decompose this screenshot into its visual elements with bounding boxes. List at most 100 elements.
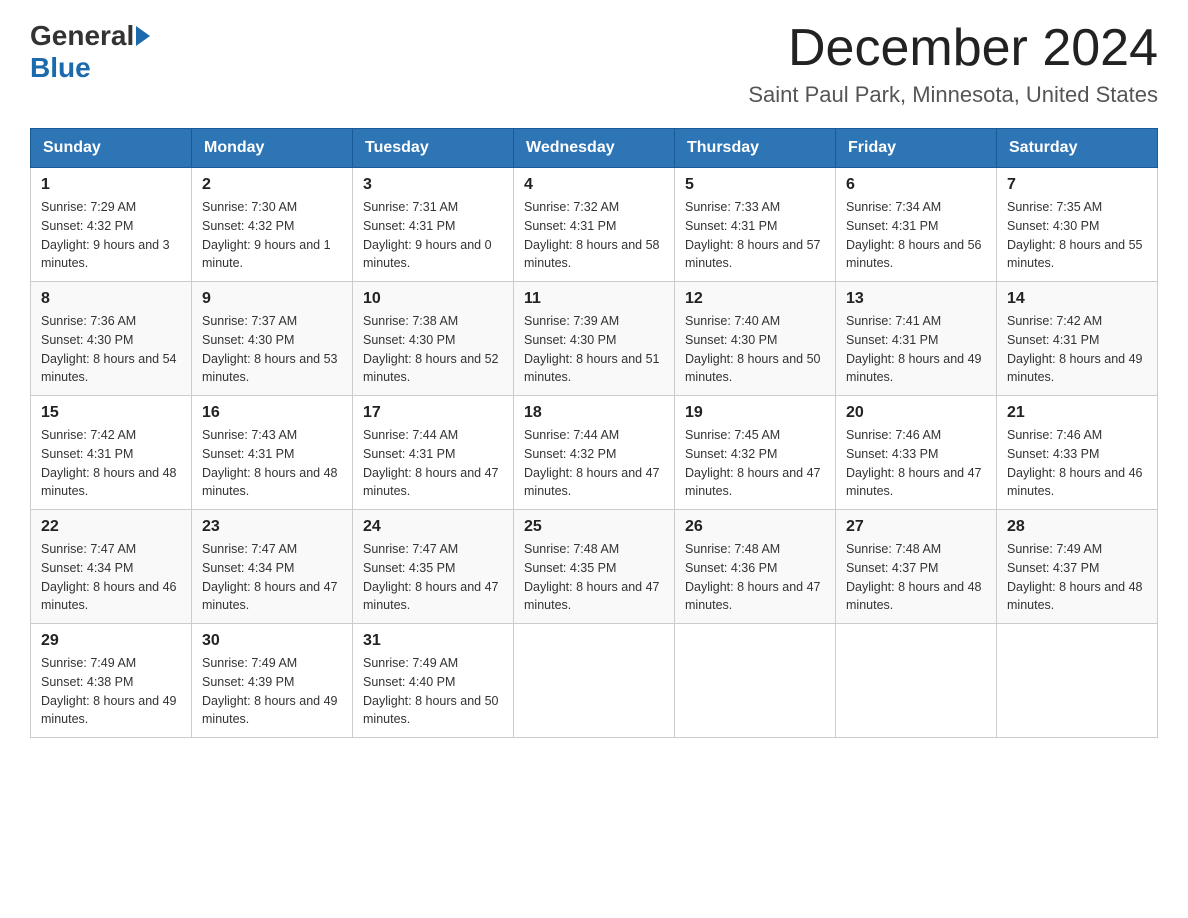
day-info: Sunrise: 7:29 AMSunset: 4:32 PMDaylight:… bbox=[41, 198, 181, 273]
empty-cell bbox=[675, 624, 836, 738]
day-cell-7: 7 Sunrise: 7:35 AMSunset: 4:30 PMDaylight… bbox=[997, 168, 1158, 282]
day-number: 21 bbox=[1007, 404, 1147, 422]
day-cell-8: 8Sunrise: 7:36 AMSunset: 4:30 PMDaylight… bbox=[31, 282, 192, 396]
day-info: Sunrise: 7:47 AMSunset: 4:35 PMDaylight:… bbox=[363, 540, 503, 615]
day-cell-10: 10Sunrise: 7:38 AMSunset: 4:30 PMDayligh… bbox=[353, 282, 514, 396]
day-number: 30 bbox=[202, 632, 342, 650]
day-cell-28: 28Sunrise: 7:49 AMSunset: 4:37 PMDayligh… bbox=[997, 510, 1158, 624]
day-cell-31: 31Sunrise: 7:49 AMSunset: 4:40 PMDayligh… bbox=[353, 624, 514, 738]
day-number: 14 bbox=[1007, 290, 1147, 308]
day-info: Sunrise: 7:31 AMSunset: 4:31 PMDaylight:… bbox=[363, 198, 503, 273]
day-cell-14: 14 Sunrise: 7:42 AMSunset: 4:31 PMDayligh… bbox=[997, 282, 1158, 396]
logo: General Blue bbox=[30, 20, 150, 84]
day-number: 4 bbox=[524, 176, 664, 194]
day-cell-3: 3 Sunrise: 7:31 AMSunset: 4:31 PMDaylight… bbox=[353, 168, 514, 282]
day-info: Sunrise: 7:30 AMSunset: 4:32 PMDaylight:… bbox=[202, 198, 342, 273]
day-number: 2 bbox=[202, 176, 342, 194]
col-header-monday: Monday bbox=[192, 129, 353, 168]
day-number: 26 bbox=[685, 518, 825, 536]
day-info: Sunrise: 7:34 AMSunset: 4:31 PMDaylight:… bbox=[846, 198, 986, 273]
day-cell-23: 23 Sunrise: 7:47 AMSunset: 4:34 PMDayligh… bbox=[192, 510, 353, 624]
day-cell-9: 9 Sunrise: 7:37 AMSunset: 4:30 PMDaylight… bbox=[192, 282, 353, 396]
day-cell-19: 19 Sunrise: 7:45 AMSunset: 4:32 PMDayligh… bbox=[675, 396, 836, 510]
day-number: 28 bbox=[1007, 518, 1147, 536]
day-info: Sunrise: 7:44 AMSunset: 4:32 PMDaylight:… bbox=[524, 426, 664, 501]
day-cell-26: 26Sunrise: 7:48 AMSunset: 4:36 PMDayligh… bbox=[675, 510, 836, 624]
day-number: 3 bbox=[363, 176, 503, 194]
day-number: 18 bbox=[524, 404, 664, 422]
day-number: 23 bbox=[202, 518, 342, 536]
col-header-tuesday: Tuesday bbox=[353, 129, 514, 168]
week-row-5: 29 Sunrise: 7:49 AMSunset: 4:38 PMDayligh… bbox=[31, 624, 1158, 738]
day-info: Sunrise: 7:48 AMSunset: 4:37 PMDaylight:… bbox=[846, 540, 986, 615]
day-info: Sunrise: 7:32 AMSunset: 4:31 PMDaylight:… bbox=[524, 198, 664, 273]
day-info: Sunrise: 7:39 AMSunset: 4:30 PMDaylight:… bbox=[524, 312, 664, 387]
col-header-sunday: Sunday bbox=[31, 129, 192, 168]
day-info: Sunrise: 7:37 AMSunset: 4:30 PMDaylight:… bbox=[202, 312, 342, 387]
day-cell-17: 17Sunrise: 7:44 AMSunset: 4:31 PMDayligh… bbox=[353, 396, 514, 510]
day-cell-18: 18 Sunrise: 7:44 AMSunset: 4:32 PMDayligh… bbox=[514, 396, 675, 510]
header-row: SundayMondayTuesdayWednesdayThursdayFrid… bbox=[31, 129, 1158, 168]
week-row-3: 15 Sunrise: 7:42 AMSunset: 4:31 PMDayligh… bbox=[31, 396, 1158, 510]
day-number: 9 bbox=[202, 290, 342, 308]
week-row-4: 22 Sunrise: 7:47 AMSunset: 4:34 PMDayligh… bbox=[31, 510, 1158, 624]
day-info: Sunrise: 7:47 AMSunset: 4:34 PMDaylight:… bbox=[202, 540, 342, 615]
day-info: Sunrise: 7:46 AMSunset: 4:33 PMDaylight:… bbox=[846, 426, 986, 501]
day-info: Sunrise: 7:40 AMSunset: 4:30 PMDaylight:… bbox=[685, 312, 825, 387]
day-info: Sunrise: 7:42 AMSunset: 4:31 PMDaylight:… bbox=[1007, 312, 1147, 387]
day-number: 27 bbox=[846, 518, 986, 536]
day-number: 22 bbox=[41, 518, 181, 536]
day-cell-22: 22 Sunrise: 7:47 AMSunset: 4:34 PMDayligh… bbox=[31, 510, 192, 624]
day-cell-27: 27 Sunrise: 7:48 AMSunset: 4:37 PMDayligh… bbox=[836, 510, 997, 624]
day-number: 15 bbox=[41, 404, 181, 422]
day-cell-6: 6 Sunrise: 7:34 AMSunset: 4:31 PMDaylight… bbox=[836, 168, 997, 282]
day-info: Sunrise: 7:45 AMSunset: 4:32 PMDaylight:… bbox=[685, 426, 825, 501]
col-header-saturday: Saturday bbox=[997, 129, 1158, 168]
day-cell-13: 13Sunrise: 7:41 AMSunset: 4:31 PMDayligh… bbox=[836, 282, 997, 396]
day-info: Sunrise: 7:43 AMSunset: 4:31 PMDaylight:… bbox=[202, 426, 342, 501]
day-info: Sunrise: 7:49 AMSunset: 4:38 PMDaylight:… bbox=[41, 654, 181, 729]
day-number: 11 bbox=[524, 290, 664, 308]
day-cell-29: 29 Sunrise: 7:49 AMSunset: 4:38 PMDayligh… bbox=[31, 624, 192, 738]
empty-cell bbox=[997, 624, 1158, 738]
day-number: 12 bbox=[685, 290, 825, 308]
day-cell-20: 20Sunrise: 7:46 AMSunset: 4:33 PMDayligh… bbox=[836, 396, 997, 510]
week-row-1: 1Sunrise: 7:29 AMSunset: 4:32 PMDaylight… bbox=[31, 168, 1158, 282]
col-header-wednesday: Wednesday bbox=[514, 129, 675, 168]
col-header-friday: Friday bbox=[836, 129, 997, 168]
day-number: 29 bbox=[41, 632, 181, 650]
calendar-table: SundayMondayTuesdayWednesdayThursdayFrid… bbox=[30, 128, 1158, 738]
day-info: Sunrise: 7:42 AMSunset: 4:31 PMDaylight:… bbox=[41, 426, 181, 501]
day-number: 17 bbox=[363, 404, 503, 422]
empty-cell bbox=[836, 624, 997, 738]
logo-arrow-icon bbox=[136, 26, 150, 46]
day-cell-24: 24 Sunrise: 7:47 AMSunset: 4:35 PMDayligh… bbox=[353, 510, 514, 624]
day-cell-1: 1Sunrise: 7:29 AMSunset: 4:32 PMDaylight… bbox=[31, 168, 192, 282]
title-section: December 2024 Saint Paul Park, Minnesota… bbox=[748, 20, 1158, 108]
day-cell-16: 16 Sunrise: 7:43 AMSunset: 4:31 PMDayligh… bbox=[192, 396, 353, 510]
day-info: Sunrise: 7:48 AMSunset: 4:35 PMDaylight:… bbox=[524, 540, 664, 615]
day-info: Sunrise: 7:38 AMSunset: 4:30 PMDaylight:… bbox=[363, 312, 503, 387]
week-row-2: 8Sunrise: 7:36 AMSunset: 4:30 PMDaylight… bbox=[31, 282, 1158, 396]
day-info: Sunrise: 7:49 AMSunset: 4:39 PMDaylight:… bbox=[202, 654, 342, 729]
day-cell-15: 15 Sunrise: 7:42 AMSunset: 4:31 PMDayligh… bbox=[31, 396, 192, 510]
day-cell-5: 5 Sunrise: 7:33 AMSunset: 4:31 PMDaylight… bbox=[675, 168, 836, 282]
day-number: 5 bbox=[685, 176, 825, 194]
col-header-thursday: Thursday bbox=[675, 129, 836, 168]
day-info: Sunrise: 7:33 AMSunset: 4:31 PMDaylight:… bbox=[685, 198, 825, 273]
day-info: Sunrise: 7:35 AMSunset: 4:30 PMDaylight:… bbox=[1007, 198, 1147, 273]
day-number: 7 bbox=[1007, 176, 1147, 194]
day-cell-4: 4 Sunrise: 7:32 AMSunset: 4:31 PMDaylight… bbox=[514, 168, 675, 282]
logo-blue-part bbox=[134, 26, 150, 46]
day-number: 19 bbox=[685, 404, 825, 422]
day-cell-2: 2 Sunrise: 7:30 AMSunset: 4:32 PMDaylight… bbox=[192, 168, 353, 282]
day-info: Sunrise: 7:46 AMSunset: 4:33 PMDaylight:… bbox=[1007, 426, 1147, 501]
day-number: 24 bbox=[363, 518, 503, 536]
logo-general-text: General bbox=[30, 20, 134, 52]
day-info: Sunrise: 7:47 AMSunset: 4:34 PMDaylight:… bbox=[41, 540, 181, 615]
day-cell-21: 21 Sunrise: 7:46 AMSunset: 4:33 PMDayligh… bbox=[997, 396, 1158, 510]
page-header: General Blue December 2024 Saint Paul Pa… bbox=[30, 20, 1158, 108]
day-number: 6 bbox=[846, 176, 986, 194]
day-number: 16 bbox=[202, 404, 342, 422]
day-info: Sunrise: 7:36 AMSunset: 4:30 PMDaylight:… bbox=[41, 312, 181, 387]
